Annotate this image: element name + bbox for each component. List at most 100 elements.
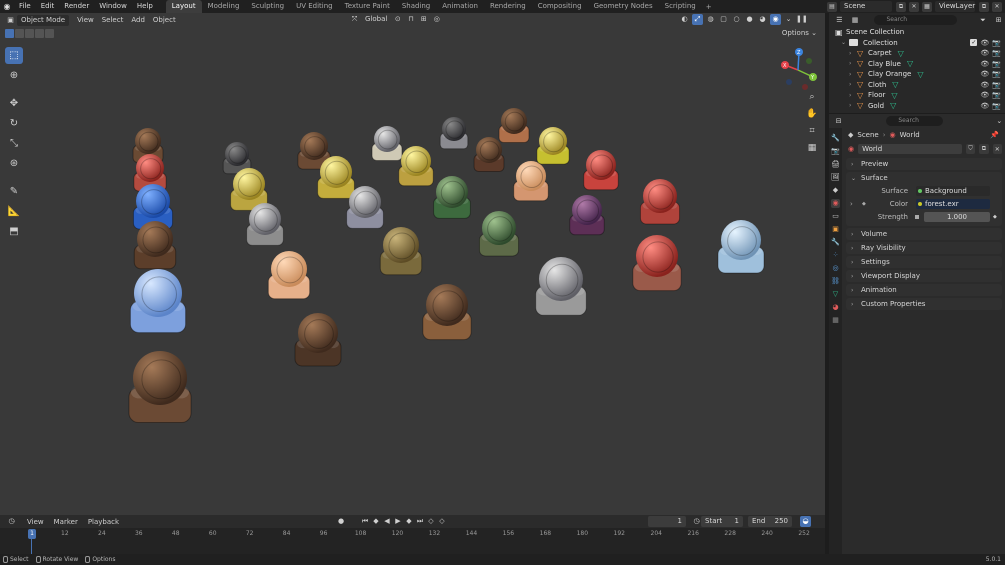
strength-link-icon[interactable]	[915, 215, 919, 219]
material-sphere[interactable]	[513, 161, 549, 202]
material-sphere[interactable]	[133, 154, 167, 192]
tab-rendering[interactable]: Rendering	[484, 0, 532, 13]
menu-file[interactable]: File	[14, 0, 36, 13]
new-view-layer-icon[interactable]: ⧉	[979, 1, 989, 12]
transform-orientation-dropdown[interactable]: Global	[361, 14, 391, 25]
world-browse-icon[interactable]: ◉	[848, 145, 854, 153]
material-sphere[interactable]	[132, 184, 174, 230]
material-sphere[interactable]	[129, 269, 187, 334]
material-sphere[interactable]	[439, 117, 469, 150]
scene-selector[interactable]: Scene	[840, 1, 892, 12]
view-layer-selector[interactable]: ViewLayer	[935, 1, 975, 12]
particles-tab-icon[interactable]: ⁘	[831, 251, 840, 260]
fake-user-icon[interactable]: ⛉	[965, 144, 976, 154]
tab-uv-editing[interactable]: UV Editing	[290, 0, 339, 13]
material-sphere[interactable]	[317, 156, 355, 199]
color-keyframe-icon[interactable]: ◆	[862, 201, 866, 207]
material-sphere[interactable]	[632, 235, 682, 292]
tab-geometry-nodes[interactable]: Geometry Nodes	[588, 0, 659, 13]
viewport-menu-view[interactable]: View	[73, 15, 98, 26]
material-sphere[interactable]	[535, 257, 587, 316]
render-camera-icon[interactable]: 📷	[992, 102, 1001, 110]
volume-panel[interactable]: › Volume	[846, 228, 1002, 240]
collection-render-camera-icon[interactable]: 📷	[992, 39, 1001, 47]
viewport-menu-object[interactable]: Object	[149, 15, 180, 26]
material-sphere[interactable]	[398, 146, 434, 187]
visibility-icon[interactable]: ◐	[679, 14, 690, 25]
render-camera-icon[interactable]: 📷	[992, 91, 1001, 99]
material-sphere[interactable]	[569, 195, 605, 236]
mesh-data-icon[interactable]: ▽	[907, 59, 913, 68]
material-sphere[interactable]	[246, 203, 284, 246]
tab-compositing[interactable]: Compositing	[532, 0, 588, 13]
cursor-tool-icon[interactable]: ⊕	[5, 67, 23, 84]
visibility-eye-icon[interactable]: 👁	[980, 102, 989, 110]
expand-arrow-icon[interactable]: ›	[849, 102, 857, 109]
outliner-item-floor[interactable]: › ▽ Floor ▽ 👁 📷	[829, 90, 1005, 101]
3d-viewport[interactable]: ▣ Object Mode View Select Add Object ⤧ Glob…	[0, 13, 825, 515]
timeline-menu-marker[interactable]: Marker	[49, 518, 83, 526]
render-camera-icon[interactable]: 📷	[992, 49, 1001, 57]
delete-scene-icon[interactable]: ✕	[909, 1, 919, 12]
add-workspace-button[interactable]: +	[702, 3, 716, 11]
rotate-tool-icon[interactable]: ↻	[5, 115, 23, 132]
render-camera-icon[interactable]: 📷	[992, 60, 1001, 68]
jump-end-icon[interactable]: ⏭	[415, 516, 425, 527]
select-intersect-icon[interactable]	[45, 29, 54, 38]
gizmo-toggle-icon[interactable]: ⤢	[692, 14, 703, 25]
tab-layout[interactable]: Layout	[165, 0, 202, 13]
pan-hand-icon[interactable]: ✋	[805, 107, 819, 121]
timeline-menu-view[interactable]: View	[22, 518, 49, 526]
color-texture-field[interactable]: forest.exr	[916, 198, 990, 209]
expand-arrow-icon[interactable]: ›	[849, 81, 857, 88]
material-sphere[interactable]	[498, 108, 530, 143]
viewport-menu-select[interactable]: Select	[98, 15, 128, 26]
material-sphere[interactable]	[473, 137, 505, 172]
tab-sculpting[interactable]: Sculpting	[245, 0, 290, 13]
current-frame-field[interactable]: 1	[648, 516, 686, 527]
physics-tab-icon[interactable]: ◎	[831, 264, 840, 273]
scene-collection-row[interactable]: ▣ Scene Collection	[829, 27, 1005, 38]
properties-options-icon[interactable]: ⌄	[995, 116, 1004, 127]
mesh-data-icon[interactable]: ▽	[892, 80, 898, 89]
menu-render[interactable]: Render	[59, 0, 94, 13]
auto-keying-icon[interactable]: ●	[336, 516, 346, 527]
texture-tab-icon[interactable]: ▦	[831, 316, 840, 325]
menu-help[interactable]: Help	[132, 0, 158, 13]
constraints-tab-icon[interactable]: ⛓	[831, 277, 840, 286]
blender-logo-icon[interactable]: ◉	[0, 0, 14, 13]
material-sphere[interactable]	[133, 221, 177, 270]
world-tab-icon[interactable]: ◉	[831, 199, 840, 208]
collection-visibility-eye-icon[interactable]: 👁	[980, 39, 989, 47]
keyframe-prev-icon[interactable]: ◇	[426, 516, 436, 527]
overlays-icon[interactable]: ◍	[705, 14, 716, 25]
mesh-data-icon[interactable]: ▽	[898, 49, 904, 58]
visibility-eye-icon[interactable]: 👁	[980, 49, 989, 57]
surface-panel-header[interactable]: ⌄ Surface	[846, 172, 1002, 184]
jump-start-icon[interactable]: ⏮	[360, 516, 370, 527]
collection-row[interactable]: ⌄ Collection ✓ 👁 📷	[829, 38, 1005, 49]
settings-panel[interactable]: › Settings	[846, 256, 1002, 268]
tab-scripting[interactable]: Scripting	[659, 0, 702, 13]
data-tab-icon[interactable]: ▽	[831, 290, 840, 299]
outliner-search-input[interactable]: Search	[874, 15, 957, 25]
mesh-data-icon[interactable]: ▽	[890, 101, 896, 110]
tool-tab-icon[interactable]: 🔧	[831, 134, 840, 143]
new-collection-icon[interactable]: ⊞	[993, 15, 1004, 26]
select-box-tool-icon[interactable]: ⬚	[5, 47, 23, 64]
render-camera-icon[interactable]: 📷	[992, 70, 1001, 78]
outliner-item-gold[interactable]: › ▽ Gold ▽ 👁 📷	[829, 101, 1005, 112]
snap-target-icon[interactable]: ⊞	[418, 14, 429, 25]
material-sphere[interactable]	[294, 313, 342, 367]
proportional-edit-icon[interactable]: ◎	[431, 14, 442, 25]
prev-keyframe-icon[interactable]: ◆	[371, 516, 381, 527]
navigation-gizmo[interactable]: X Y Z	[775, 47, 821, 93]
shading-solid-icon[interactable]: ●	[744, 14, 755, 25]
object-mode-dropdown[interactable]: Object Mode	[17, 14, 70, 26]
outliner-item-clay-blue[interactable]: › ▽ Clay Blue ▽ 👁 📷	[829, 59, 1005, 70]
select-extend-icon[interactable]	[15, 29, 24, 38]
material-sphere[interactable]	[371, 126, 403, 161]
material-sphere[interactable]	[297, 132, 331, 170]
render-tab-icon[interactable]: 📷	[831, 147, 840, 156]
select-invert-icon[interactable]	[35, 29, 44, 38]
